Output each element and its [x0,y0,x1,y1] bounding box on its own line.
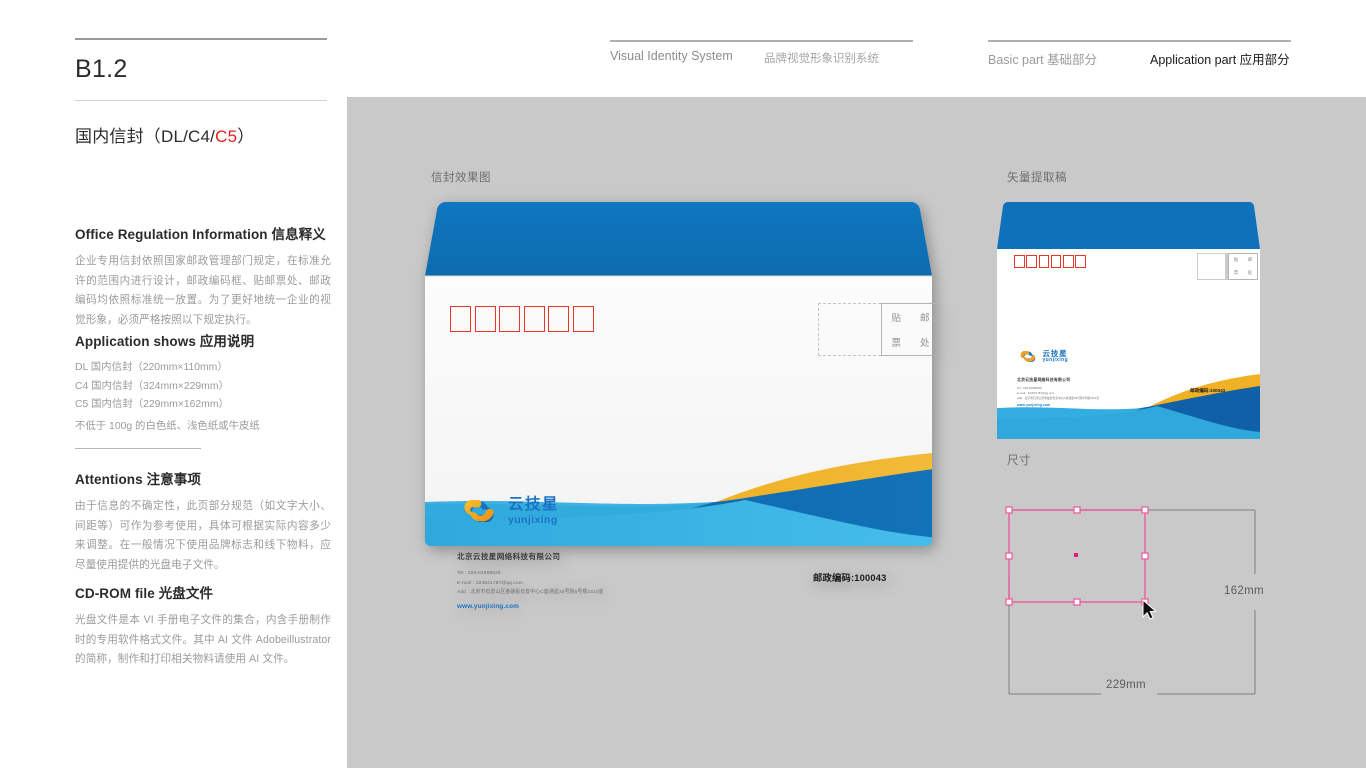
logo-text-en: yunjixing [1042,357,1069,364]
contact-address: Add : 北京市石景山区金融街长安中心C座通盈25号院5号楼2310室 [457,590,604,596]
sidebar: B1.2 国内信封（DL/C4/C5） Office Regulation In… [0,0,347,768]
postal-code-box [1050,255,1062,268]
company-website: www.yunjixing.com [1017,403,1051,408]
contact-address: Add : 北京市石景山区金融街长安中心C座通盈25号院5号楼2310室 [1017,397,1100,401]
nav-basic-part[interactable]: Basic part 基础部分 [988,49,1097,68]
section-title-accent: C5 [215,127,238,146]
postal-code-box [1075,255,1086,268]
postal-code-box [1014,255,1025,268]
postal-code-box [1063,255,1074,268]
brand-logo-vector: 云技星 yunjixing [1017,348,1068,365]
stamp-box: 贴 邮 票 处 [881,303,940,356]
cloud-swirl-logo-icon [1020,351,1036,362]
divider-under-code [75,100,327,101]
stamp-char-3: 票 [891,338,901,350]
dimension-height-label: 162mm [1224,585,1264,597]
block-heading-office-regulation: Office Regulation Information 信息释义 [75,227,326,242]
logo-text-cn: 云技星 [508,495,560,513]
dimension-width-label: 229mm [1106,679,1146,691]
stamp-area: 贴 邮 票 处 [818,303,940,356]
nav-application-part[interactable]: Application part 应用部分 [1150,49,1290,68]
block-body-office-regulation: 企业专用信封依照国家邮政管理部门规定，在标准允许的范围内进行设计，邮政编码框、贴… [75,255,331,326]
stamp-char-2: 邮 [919,312,930,324]
stamp-area-vector: 贴 邮 票 处 [1197,253,1258,280]
company-website[interactable]: www.yunjixing.com [457,603,604,610]
stamp-char-3: 票 [1233,269,1239,275]
sidebar-block-office-regulation: Office Regulation Information 信息释义 企业专用信… [75,223,331,330]
stamp-char-1: 贴 [891,312,901,324]
postal-code-box [548,306,569,332]
divider-top [75,38,327,40]
stamp-box: 贴 邮 票 处 [1228,253,1258,280]
postal-code-box [499,306,520,332]
block-heading-cdrom: CD-ROM file 光盘文件 [75,586,214,601]
nav-rule-left [610,40,913,42]
stamp-char-2: 邮 [1247,257,1253,263]
block-heading-attentions: Attentions 注意事项 [75,472,201,487]
divider-above-attentions [75,448,201,449]
label-envelope-mockup: 信封效果图 [431,172,491,184]
spec-line-paper: 不低于 100g 的白色纸、浅色纸或牛皮纸 [75,420,260,432]
page-title: 国内信封（DL/C4/C5） [75,122,254,147]
company-contact-block: 北京云技星网络科技有限公司 Tel : 020-81958528 E-mail … [457,551,604,610]
postal-code-boxes [450,306,594,332]
company-name: 北京云技星网络科技有限公司 [1017,377,1071,382]
page-code: B1.2 [75,55,128,83]
logo-text-en: yunjixing [508,513,558,526]
sidebar-block-application-shows: Application shows 应用说明 DL 国内信封（220mm×110… [75,330,331,436]
envelope-mockup: 贴 邮 票 处 云技星 yunjixing 北京云技星网络科技有限公司 Tel … [415,202,942,610]
nav-system-en: Visual Identity System [610,49,733,63]
nav-rule-right [988,40,1291,42]
postal-code-box [1026,255,1037,268]
spec-line-c5: C5 国内信封（229mm×162mm） [75,399,229,411]
envelope-vector-draft: 贴 邮 票 处 云技星 yunjixing 北京云技星网络科技有限公司 Tel … [997,202,1260,439]
nav-system-cn: 品牌视觉形象识别系统 [764,53,879,65]
stamp-char-4: 处 [1247,269,1253,275]
dimension-diagram: 229mm 162mm [997,482,1265,722]
sidebar-block-attentions: Attentions 注意事项 由于信息的不确定性，此页部分规范（如文字大小、间… [75,468,331,575]
sidebar-block-cdrom: CD-ROM file 光盘文件 光盘文件是本 VI 手册电子文件的集合，内含手… [75,582,331,670]
postcode-label: 邮政编码:100043 [813,573,887,583]
block-body-attentions: 由于信息的不确定性，此页部分规范（如文字大小、间距等）可作为参考使用，具体可根据… [75,500,331,571]
stamp-dashed-zone [1197,253,1228,280]
spec-line-c4: C4 国内信封（324mm×229mm） [75,380,229,392]
stamp-dashed-zone [818,303,881,356]
stamp-char-1: 贴 [1233,257,1239,263]
mouse-cursor-icon [1142,598,1157,620]
section-title-close: ） [237,127,255,146]
block-body-cdrom: 光盘文件是本 VI 手册电子文件的集合，内含手册制作时的专用软件格式文件。其中 … [75,614,331,666]
company-contact-block-vector: 北京云技星网络科技有限公司 Tel : 020-81958528 E-mail … [1017,377,1099,407]
section-title-main: 国内信封（DL/C4/ [75,127,216,146]
stamp-char-4: 处 [919,338,930,350]
postal-code-box [474,306,496,332]
company-name: 北京云技星网络科技有限公司 [457,552,561,561]
postcode-label-vector: 邮政编码:100043 [1190,388,1226,393]
contact-tel: Tel : 020-81958528 [457,571,501,576]
brand-logo: 云技星 yunjixing [457,494,559,528]
postal-code-box [1038,255,1050,268]
postal-code-box [450,306,471,332]
label-dimensions: 尺寸 [1007,455,1031,467]
logo-text-cn: 云技星 [1042,348,1068,358]
block-heading-application-shows: Application shows 应用说明 [75,334,255,349]
envelope-print-layer: 贴 邮 票 处 云技星 yunjixing 北京云技星网络科技有限公司 Tel … [415,202,942,610]
label-vector-draft: 矢量提取稿 [1007,172,1067,184]
main-canvas: 信封效果图 矢量提取稿 尺寸 贴 邮 票 处 云技星 yunjixing 北京云… [347,97,1366,768]
postal-code-box [523,306,545,332]
postal-code-boxes-vector [1014,255,1086,268]
vector-print-layer: 贴 邮 票 处 云技星 yunjixing 北京云技星网络科技有限公司 Tel … [997,202,1260,439]
spec-line-dl: DL 国内信封（220mm×110mm） [75,362,228,373]
postal-code-box [572,306,594,332]
cloud-swirl-logo-icon [464,500,494,522]
contact-email: E-mail : 324521787@qq.com [457,580,523,586]
